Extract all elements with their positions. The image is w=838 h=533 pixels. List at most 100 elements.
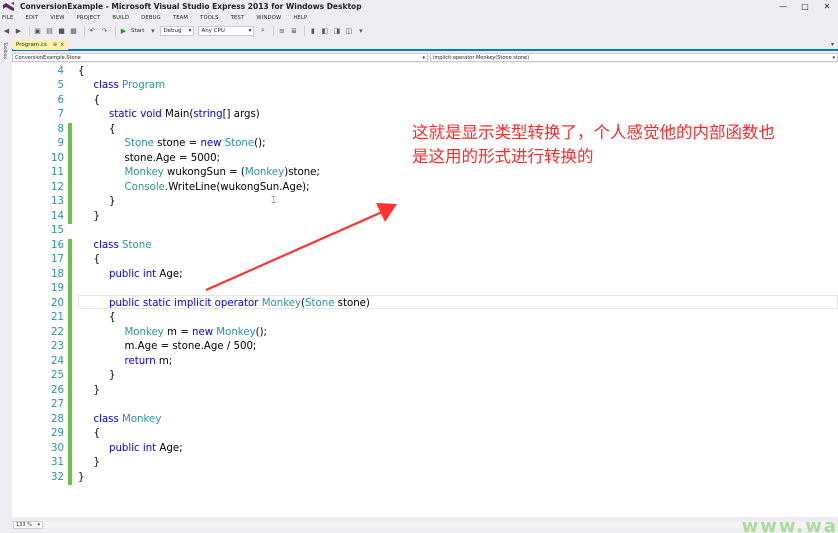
- back-icon[interactable]: ◀: [2, 26, 11, 35]
- code-text: static void Main(string[] args): [109, 108, 260, 123]
- code-token: [] args): [222, 109, 260, 120]
- new-project-icon[interactable]: ▣: [33, 26, 42, 35]
- code-line[interactable]: 28 class Monkey: [12, 412, 838, 427]
- code-line[interactable]: 14}: [12, 209, 838, 224]
- menu-help[interactable]: HELP: [293, 15, 307, 21]
- code-token: m =: [163, 326, 192, 338]
- open-file-icon[interactable]: ▤: [45, 26, 54, 35]
- code-line[interactable]: 24 return m;: [12, 354, 838, 369]
- minimize-button[interactable]: —: [772, 0, 794, 13]
- code-token: {: [93, 94, 100, 106]
- save-icon[interactable]: ■: [57, 26, 66, 35]
- code-line[interactable]: 22 Monkey m = new Monkey();: [12, 325, 838, 340]
- bookmark-icon[interactable]: ▮: [308, 26, 317, 35]
- code-line[interactable]: 18 public int Age;: [12, 267, 838, 282]
- close-button[interactable]: ✕: [816, 0, 838, 13]
- code-text: {: [109, 311, 115, 326]
- code-line[interactable]: 29 {: [12, 427, 838, 442]
- code-line[interactable]: 16 class Stone: [12, 238, 838, 253]
- menu-project[interactable]: PROJECT: [77, 15, 101, 21]
- code-line[interactable]: 19: [12, 282, 838, 297]
- redo-icon[interactable]: ↷: [100, 26, 109, 35]
- toolbar-separator: [304, 25, 306, 36]
- change-margin: [68, 267, 72, 282]
- platform-dropdown[interactable]: Any CPU ▾: [198, 25, 255, 36]
- code-token: }: [93, 457, 100, 468]
- code-line[interactable]: 13}: [12, 195, 838, 210]
- change-margin: [68, 282, 72, 297]
- code-line[interactable]: 12 Console.WriteLine(wukongSun.Age);: [12, 180, 838, 195]
- toolbar-options-icon[interactable]: ▾: [356, 26, 365, 35]
- start-play-icon[interactable]: ▶: [119, 26, 128, 35]
- visual-studio-logo-icon: [3, 2, 14, 11]
- code-line[interactable]: 31}: [12, 456, 838, 471]
- code-line[interactable]: 15: [12, 224, 838, 239]
- code-line[interactable]: 6{: [12, 94, 838, 109]
- type-token: Console: [124, 181, 165, 193]
- menu-team[interactable]: TEAM: [173, 15, 188, 21]
- code-text: }: [109, 369, 115, 384]
- next-bookmark-icon[interactable]: ◨: [332, 26, 341, 35]
- chevron-down-icon: ▾: [37, 522, 40, 528]
- uncomment-icon[interactable]: ≣: [289, 26, 298, 35]
- start-button[interactable]: Start: [131, 28, 144, 34]
- chevron-down-icon: ▾: [422, 54, 425, 61]
- find-in-files-icon[interactable]: ⌕: [258, 26, 267, 35]
- code-line[interactable]: 5 class Program: [12, 79, 838, 94]
- toolbox-tab[interactable]: Toolbox: [2, 42, 9, 66]
- menu-edit[interactable]: EDIT: [25, 15, 38, 21]
- code-line[interactable]: 32}: [12, 470, 838, 485]
- change-margin: [68, 427, 72, 442]
- menu-test[interactable]: TEST: [231, 15, 245, 21]
- code-line[interactable]: 23 m.Age = stone.Age / 500;: [12, 340, 838, 355]
- pin-icon[interactable]: ⊕: [53, 42, 57, 48]
- menu-file[interactable]: FILE: [2, 15, 13, 21]
- code-line[interactable]: 20 public static implicit operator Monkey…: [12, 296, 838, 311]
- code-line[interactable]: 4{: [12, 65, 838, 80]
- code-token: {: [109, 312, 116, 323]
- keyword-token: class: [93, 239, 123, 251]
- line-number: 15: [51, 225, 64, 236]
- menu-debug[interactable]: DEBUG: [141, 15, 161, 21]
- prev-bookmark-icon[interactable]: ◧: [320, 26, 329, 35]
- standard-toolbar: ◀ ▶ ▣ ▤ ■ ▦ ↶ ↷ ▶ Start ▾ Debug ▾ Any CPU…: [0, 23, 838, 38]
- change-margin: [68, 470, 72, 485]
- code-line[interactable]: 25}: [12, 369, 838, 384]
- undo-icon[interactable]: ↶: [88, 26, 97, 35]
- code-line[interactable]: 17 {: [12, 253, 838, 268]
- solution-config-dropdown[interactable]: Debug ▾: [160, 25, 195, 36]
- change-margin: [68, 398, 72, 413]
- code-token: }: [93, 384, 100, 396]
- code-line[interactable]: 26}: [12, 383, 838, 398]
- start-dropdown-icon[interactable]: ▾: [148, 26, 157, 35]
- save-all-icon[interactable]: ▦: [69, 26, 78, 35]
- menu-view[interactable]: VIEW: [50, 15, 64, 21]
- forward-icon[interactable]: ▶: [14, 26, 23, 35]
- code-line[interactable]: 21 {: [12, 311, 838, 326]
- tab-list-dropdown-icon[interactable]: ▾: [831, 41, 834, 48]
- code-token: }: [109, 370, 116, 381]
- code-token: }: [78, 471, 85, 483]
- menu-build[interactable]: BUILD: [112, 15, 129, 21]
- horizontal-scrollbar[interactable]: [45, 522, 835, 528]
- clear-bookmarks-icon[interactable]: ◫: [344, 26, 353, 35]
- line-number: 6: [57, 94, 64, 106]
- close-tab-icon[interactable]: ×: [60, 42, 65, 48]
- tab-program-cs[interactable]: Program.cs ⊕ ×: [13, 40, 68, 50]
- member-dropdown[interactable]: implicit operator Monkey(Stone stone) ▾: [430, 53, 838, 62]
- menu-window[interactable]: WINDOW: [256, 15, 281, 21]
- change-margin: [68, 122, 72, 137]
- zoom-dropdown[interactable]: 133 % ▾: [13, 521, 43, 529]
- type-token: Monkey: [122, 413, 162, 425]
- line-number: 7: [57, 109, 64, 120]
- type-dropdown[interactable]: ConversionExample.Stone ▾: [12, 53, 428, 62]
- maximize-button[interactable]: □: [794, 0, 816, 13]
- comment-out-icon[interactable]: ≡: [277, 26, 286, 35]
- menu-tools[interactable]: TOOLS: [200, 15, 219, 21]
- line-number: 20: [51, 297, 64, 309]
- code-line[interactable]: 30 public int Age;: [12, 441, 838, 456]
- keyword-token: new: [192, 326, 217, 338]
- code-line[interactable]: 27: [12, 398, 838, 413]
- change-margin: [68, 166, 72, 181]
- code-text: }: [109, 195, 115, 210]
